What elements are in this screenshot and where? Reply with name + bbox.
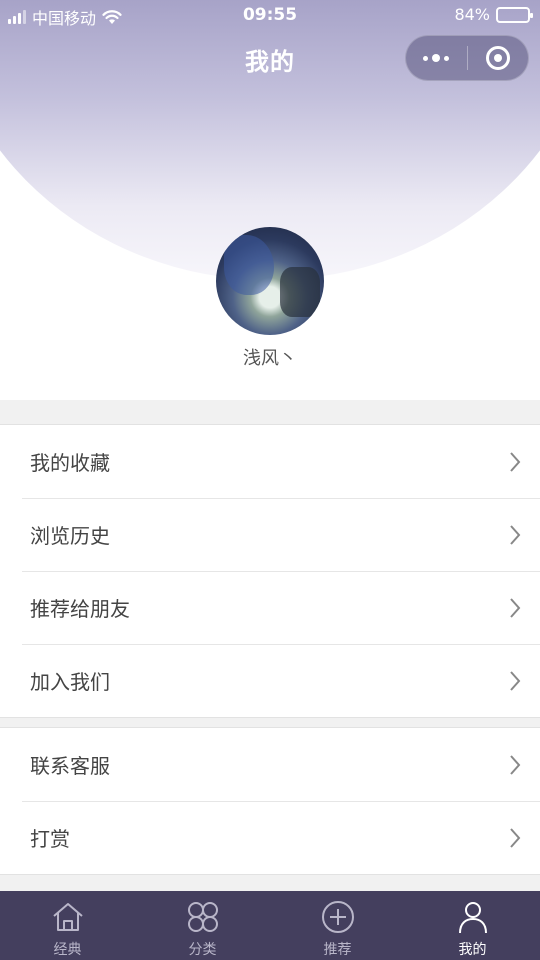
category-grid-icon <box>187 902 218 932</box>
menu-group-support: 联系客服 打赏 <box>0 727 540 875</box>
menu-item-join-us[interactable]: 加入我们 <box>0 644 540 717</box>
status-bar: 中国移动 09:55 84% <box>0 0 540 30</box>
tab-label: 分类 <box>188 942 217 958</box>
mini-program-close-icon[interactable] <box>468 36 529 80</box>
menu-item-label: 加入我们 <box>30 670 110 694</box>
avatar[interactable] <box>216 227 324 335</box>
tab-recommend[interactable]: 推荐 <box>270 891 405 960</box>
menu-item-label: 我的收藏 <box>30 451 110 475</box>
chevron-right-icon <box>510 671 521 691</box>
tab-category[interactable]: 分类 <box>135 891 270 960</box>
menu-item-label: 推荐给朋友 <box>30 597 130 621</box>
bottom-tab-bar: 经典 分类 推荐 我的 <box>0 891 540 960</box>
mini-program-capsule <box>405 35 529 81</box>
more-dots-icon[interactable] <box>406 36 467 80</box>
home-icon <box>52 903 83 931</box>
chevron-right-icon <box>510 598 521 618</box>
chevron-right-icon <box>510 525 521 545</box>
menu-group-main: 我的收藏 浏览历史 推荐给朋友 加入我们 <box>0 424 540 718</box>
username: 浅风丶 <box>243 348 297 369</box>
tab-label: 推荐 <box>323 942 352 958</box>
menu-item-customer-service[interactable]: 联系客服 <box>0 728 540 801</box>
user-icon <box>458 902 487 934</box>
tab-label: 我的 <box>458 942 487 958</box>
tab-label: 经典 <box>53 942 82 958</box>
menu-item-label: 打赏 <box>30 827 70 851</box>
menu-item-label: 联系客服 <box>30 754 110 778</box>
chevron-right-icon <box>510 755 521 775</box>
tab-mine[interactable]: 我的 <box>405 891 540 960</box>
menu-item-tip[interactable]: 打赏 <box>0 801 540 874</box>
menu-item-label: 浏览历史 <box>30 524 110 548</box>
battery-percent: 84% <box>454 5 490 24</box>
menu-item-recommend-friends[interactable]: 推荐给朋友 <box>0 571 540 644</box>
chevron-right-icon <box>510 828 521 848</box>
recommend-plus-icon <box>321 901 354 933</box>
chevron-right-icon <box>510 452 521 472</box>
battery-icon <box>496 6 533 23</box>
menu-item-history[interactable]: 浏览历史 <box>0 498 540 571</box>
menu-item-favorites[interactable]: 我的收藏 <box>0 425 540 498</box>
tab-classic[interactable]: 经典 <box>0 891 135 960</box>
